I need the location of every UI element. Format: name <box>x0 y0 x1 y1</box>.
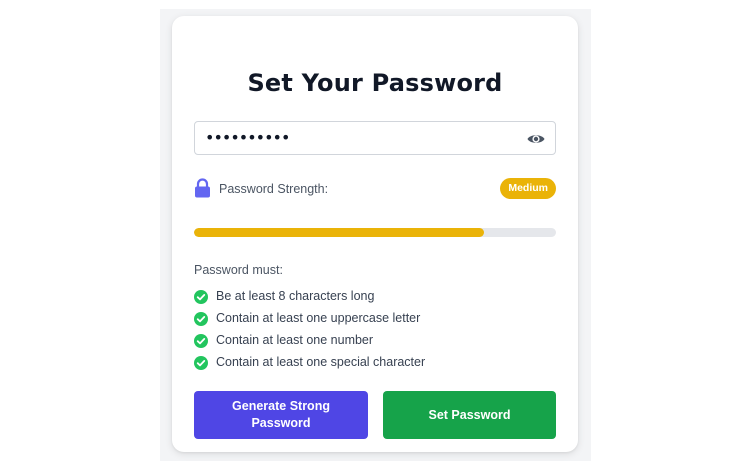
strength-bar-fill <box>194 228 484 237</box>
requirement-label: Contain at least one special character <box>216 355 426 369</box>
list-item: Contain at least one number <box>194 329 425 351</box>
strength-bar-track <box>194 228 556 237</box>
set-button-label: Set Password <box>428 407 511 422</box>
page-background: Set Your Password Password Strength: Med… <box>160 9 591 461</box>
generate-password-button[interactable]: Generate Strong Password <box>194 391 368 439</box>
eye-icon[interactable] <box>526 129 546 149</box>
strength-badge: Medium <box>500 178 556 199</box>
lock-icon <box>194 178 211 198</box>
requirement-label: Contain at least one number <box>216 333 374 347</box>
list-item: Contain at least one special character <box>194 351 425 373</box>
requirement-label: Be at least 8 characters long <box>216 289 375 303</box>
check-circle-icon <box>194 355 208 370</box>
requirements-heading: Password must: <box>194 263 283 277</box>
set-password-button[interactable]: Set Password <box>383 391 556 439</box>
strength-label: Password Strength: <box>219 182 329 196</box>
list-item: Be at least 8 characters long <box>194 285 425 307</box>
list-item: Contain at least one uppercase letter <box>194 307 425 329</box>
check-circle-icon <box>194 333 208 348</box>
generate-button-label: Generate Strong Password <box>232 399 330 430</box>
password-strength-row: Password Strength: Medium <box>194 177 556 201</box>
password-input[interactable] <box>205 128 505 148</box>
password-card: Set Your Password Password Strength: Med… <box>172 16 578 452</box>
page-title: Set Your Password <box>247 69 503 97</box>
password-field[interactable] <box>194 121 556 155</box>
requirement-label: Contain at least one uppercase letter <box>216 311 421 325</box>
check-circle-icon <box>194 289 208 304</box>
requirements-list: Be at least 8 characters long Contain at… <box>194 285 425 373</box>
check-circle-icon <box>194 311 208 326</box>
